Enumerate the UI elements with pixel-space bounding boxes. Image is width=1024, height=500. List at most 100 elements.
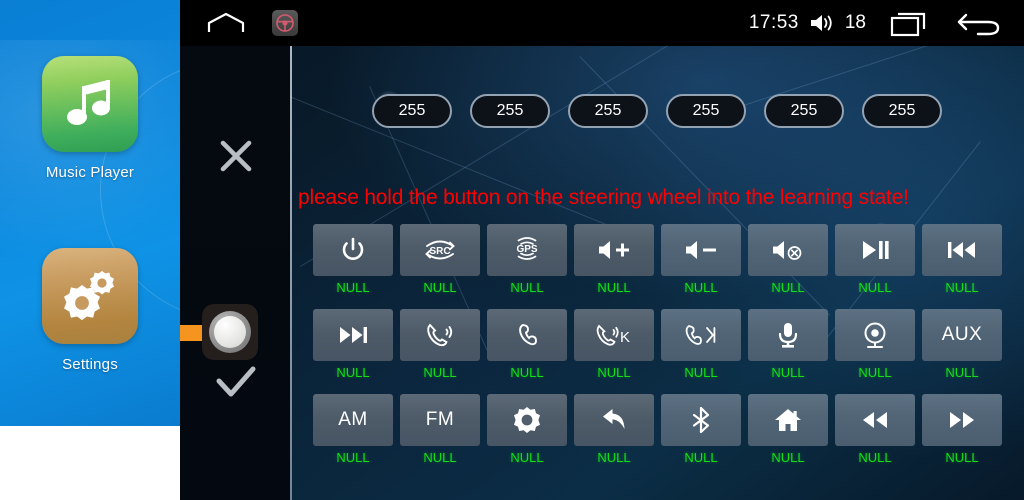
key-assignment: NULL — [945, 365, 979, 380]
confirm-button[interactable] — [210, 356, 262, 408]
volume-mute-icon[interactable] — [748, 224, 828, 276]
svg-text:GPS: GPS — [516, 244, 537, 255]
power-icon[interactable] — [313, 224, 393, 276]
cancel-button[interactable] — [210, 130, 262, 182]
src-icon[interactable]: SRC — [400, 224, 480, 276]
volume-up-icon[interactable] — [574, 224, 654, 276]
key-assignment: NULL — [771, 450, 805, 465]
key-next[interactable]: NULL — [313, 309, 393, 380]
value-pill[interactable]: 255 — [862, 94, 942, 128]
key-assignment: NULL — [336, 280, 370, 295]
key-assignment: NULL — [510, 280, 544, 295]
key-power[interactable]: NULL — [313, 224, 393, 295]
play-pause-icon[interactable] — [835, 224, 915, 276]
key-end-call[interactable]: NULL — [487, 309, 567, 380]
fm-label-key[interactable]: FM — [400, 394, 480, 446]
svg-text:K: K — [620, 329, 630, 346]
key-fm[interactable]: FM NULL — [400, 394, 480, 465]
home-outline-icon[interactable] — [206, 11, 246, 35]
key-end-call-key[interactable]: NULL — [661, 309, 741, 380]
recent-apps-icon[interactable] — [890, 9, 932, 37]
key-rewind[interactable]: NULL — [835, 394, 915, 465]
key-microphone[interactable]: NULL — [748, 309, 828, 380]
app-music-player[interactable]: Music Player — [0, 56, 180, 181]
key-back[interactable]: NULL — [574, 394, 654, 465]
key-text: FM — [425, 409, 455, 430]
key-bluetooth[interactable]: NULL — [661, 394, 741, 465]
svg-text:SRC: SRC — [429, 246, 450, 257]
key-assignment: NULL — [597, 280, 631, 295]
back-curved-icon[interactable] — [574, 394, 654, 446]
grid-row: AM NULL FM NULL NULL NULL NULL NULL NULL… — [313, 394, 1013, 465]
instruction-message: please hold the button on the steering w… — [298, 186, 909, 209]
key-assignment: NULL — [771, 280, 805, 295]
next-track-icon[interactable] — [313, 309, 393, 361]
key-assignment: NULL — [858, 365, 892, 380]
back-arrow-icon[interactable] — [956, 9, 1002, 37]
key-gps[interactable]: GPS NULL — [487, 224, 567, 295]
key-assignment: NULL — [423, 365, 457, 380]
value-pill[interactable]: 255 — [470, 94, 550, 128]
camera-icon[interactable] — [835, 309, 915, 361]
key-assignment: NULL — [858, 280, 892, 295]
key-assignment: NULL — [423, 450, 457, 465]
app-label: Settings — [62, 356, 118, 373]
key-assignment: NULL — [684, 280, 718, 295]
status-bar: 17:53 18 — [180, 0, 1024, 46]
key-assignment: NULL — [510, 450, 544, 465]
key-source[interactable]: SRC NULL — [400, 224, 480, 295]
status-bar-left — [180, 10, 298, 36]
key-camera[interactable]: NULL — [835, 309, 915, 380]
value-pill[interactable]: 255 — [666, 94, 746, 128]
key-assignment: NULL — [597, 450, 631, 465]
rewind-icon[interactable] — [835, 394, 915, 446]
key-assignment: NULL — [510, 365, 544, 380]
key-fast-forward[interactable]: NULL — [922, 394, 1002, 465]
fast-forward-icon[interactable] — [922, 394, 1002, 446]
phone-hangup-icon[interactable] — [487, 309, 567, 361]
value-pill[interactable]: 255 — [568, 94, 648, 128]
phone-hangup-k-icon[interactable] — [661, 309, 741, 361]
grid-row: NULL SRC NULL GPS NULL NULL NULL NULL NU… — [313, 224, 1013, 295]
key-previous[interactable]: NULL — [922, 224, 1002, 295]
key-volume-down[interactable]: NULL — [661, 224, 741, 295]
key-text: AUX — [941, 324, 983, 345]
volume-icon[interactable] — [809, 12, 835, 34]
gear-icon[interactable] — [487, 394, 567, 446]
bluetooth-icon[interactable] — [661, 394, 741, 446]
function-button-grid: NULL SRC NULL GPS NULL NULL NULL NULL NU… — [313, 224, 1013, 479]
home-icon[interactable] — [748, 394, 828, 446]
key-aux[interactable]: AUX NULL — [922, 309, 1002, 380]
phone-answer-icon[interactable] — [400, 309, 480, 361]
previous-track-icon[interactable] — [922, 224, 1002, 276]
control-strip — [180, 46, 290, 500]
key-assignment: NULL — [336, 450, 370, 465]
key-play-pause[interactable]: NULL — [835, 224, 915, 295]
value-pill[interactable]: 255 — [372, 94, 452, 128]
volume-down-icon[interactable] — [661, 224, 741, 276]
music-note-icon — [42, 56, 138, 152]
value-pill[interactable]: 255 — [764, 94, 844, 128]
app-settings[interactable]: Settings — [0, 248, 180, 373]
learning-panel: 255 255 255 255 255 255 please hold the … — [180, 46, 1024, 500]
key-assignment: NULL — [771, 365, 805, 380]
clock: 17:53 — [748, 12, 799, 33]
am-label-key[interactable]: AM — [313, 394, 393, 446]
key-assignment: NULL — [684, 365, 718, 380]
key-am[interactable]: AM NULL — [313, 394, 393, 465]
key-settings[interactable]: NULL — [487, 394, 567, 465]
launcher-sidebar: Music Player Settings — [0, 0, 180, 500]
key-home[interactable]: NULL — [748, 394, 828, 465]
steering-wheel-icon[interactable] — [272, 10, 298, 36]
key-call-key[interactable]: K NULL — [574, 309, 654, 380]
gps-icon[interactable]: GPS — [487, 224, 567, 276]
key-volume-up[interactable]: NULL — [574, 224, 654, 295]
rotary-knob-icon[interactable] — [202, 304, 258, 360]
volume-level: 18 — [844, 12, 866, 33]
microphone-icon[interactable] — [748, 309, 828, 361]
phone-answer-k-icon[interactable]: K — [574, 309, 654, 361]
aux-label-key[interactable]: AUX — [922, 309, 1002, 361]
key-assignment: NULL — [945, 280, 979, 295]
key-mute[interactable]: NULL — [748, 224, 828, 295]
key-answer-call[interactable]: NULL — [400, 309, 480, 380]
